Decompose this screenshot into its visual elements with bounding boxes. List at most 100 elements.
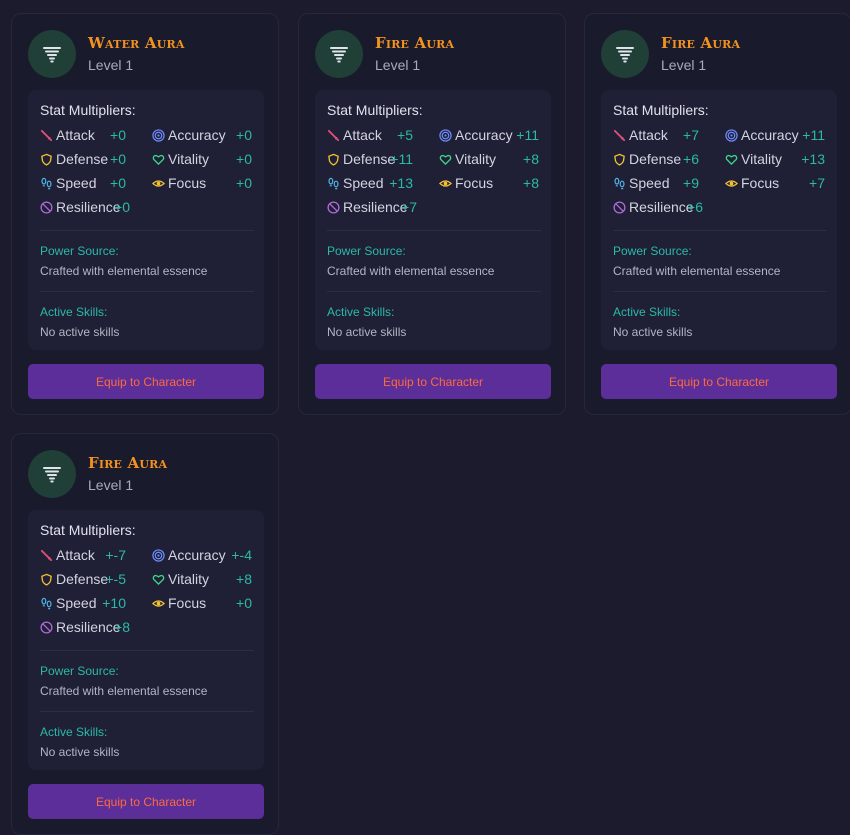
eye-icon <box>439 177 452 190</box>
heart-icon <box>725 153 738 166</box>
sword-icon <box>327 129 340 142</box>
stat-value: +0 <box>236 151 252 167</box>
stat-value: +0 <box>114 199 130 215</box>
stat-resilience: Resilience +6 <box>613 198 703 218</box>
stat-label: Attack <box>629 127 668 143</box>
card-header: Water Aura Level 1 <box>28 30 268 78</box>
stat-label: Accuracy <box>168 547 226 563</box>
divider <box>613 230 827 231</box>
divider <box>327 230 541 231</box>
stat-label: Speed <box>56 595 97 611</box>
stat-label: Focus <box>741 175 780 191</box>
stat-vitality: Vitality +13 <box>725 150 825 170</box>
stat-label: Accuracy <box>455 127 513 143</box>
ban-icon <box>327 201 340 214</box>
target-icon <box>725 129 738 142</box>
card-header: Fire Aura Level 1 <box>601 30 841 78</box>
stat-speed: Speed +10 <box>40 594 126 614</box>
stat-value: +8 <box>114 619 130 635</box>
sword-icon <box>613 129 626 142</box>
aura-card: Fire Aura Level 1 Stat Multipliers: Atta… <box>298 13 566 415</box>
power-source-label: Power Source: <box>40 244 119 258</box>
stat-multipliers-heading: Stat Multipliers: <box>40 522 136 538</box>
active-skills-label: Active Skills: <box>613 305 681 319</box>
stat-value: +8 <box>523 151 539 167</box>
stat-label: Resilience <box>56 619 121 635</box>
shield-icon <box>40 153 53 166</box>
footprints-icon <box>40 177 53 190</box>
stat-label: Defense <box>56 151 109 167</box>
stat-value: +6 <box>683 151 699 167</box>
eye-icon <box>152 177 165 190</box>
target-icon <box>152 549 165 562</box>
stat-multipliers-heading: Stat Multipliers: <box>613 102 709 118</box>
stat-label: Vitality <box>455 151 496 167</box>
stat-label: Attack <box>343 127 382 143</box>
power-source-text: Crafted with elemental essence <box>40 264 208 278</box>
equip-button[interactable]: Equip to Character <box>601 364 837 399</box>
stat-label: Resilience <box>629 199 694 215</box>
aura-card: Water Aura Level 1 Stat Multipliers: Att… <box>11 13 279 415</box>
stat-label: Resilience <box>56 199 121 215</box>
power-source-label: Power Source: <box>40 664 119 678</box>
stat-value: +7 <box>683 127 699 143</box>
aura-title: Fire Aura <box>375 34 455 52</box>
stat-value: +0 <box>110 151 126 167</box>
aura-card: Fire Aura Level 1 Stat Multipliers: Atta… <box>11 433 279 835</box>
stat-speed: Speed +13 <box>327 174 413 194</box>
tornado-icon <box>601 30 649 78</box>
stat-label: Accuracy <box>168 127 226 143</box>
sword-icon <box>40 549 53 562</box>
stat-attack: Attack +5 <box>327 126 413 146</box>
stats-panel: Stat Multipliers: Attack +5 Accuracy +11… <box>315 90 551 350</box>
stat-label: Attack <box>56 547 95 563</box>
power-source-label: Power Source: <box>327 244 406 258</box>
stat-label: Defense <box>343 151 396 167</box>
stat-label: Speed <box>343 175 384 191</box>
stat-accuracy: Accuracy +11 <box>439 126 539 146</box>
stat-value: +5 <box>397 127 413 143</box>
equip-button[interactable]: Equip to Character <box>28 784 264 819</box>
target-icon <box>439 129 452 142</box>
eye-icon <box>152 597 165 610</box>
divider <box>40 711 254 712</box>
ban-icon <box>613 201 626 214</box>
card-header: Fire Aura Level 1 <box>28 450 268 498</box>
stat-defense: Defense +6 <box>613 150 699 170</box>
stat-accuracy: Accuracy +0 <box>152 126 252 146</box>
equip-button[interactable]: Equip to Character <box>28 364 264 399</box>
stat-resilience: Resilience +7 <box>327 198 417 218</box>
active-skills-text: No active skills <box>327 325 407 339</box>
aura-title: Fire Aura <box>661 34 741 52</box>
ban-icon <box>40 201 53 214</box>
aura-level: Level 1 <box>88 57 134 73</box>
stat-multipliers-heading: Stat Multipliers: <box>40 102 136 118</box>
tornado-icon <box>28 30 76 78</box>
divider <box>613 291 827 292</box>
stat-value: +10 <box>102 595 126 611</box>
equip-button[interactable]: Equip to Character <box>315 364 551 399</box>
stat-label: Focus <box>168 175 207 191</box>
stat-attack: Attack +-7 <box>40 546 126 566</box>
eye-icon <box>725 177 738 190</box>
active-skills-text: No active skills <box>40 745 120 759</box>
stat-multipliers-heading: Stat Multipliers: <box>327 102 423 118</box>
power-source-text: Crafted with elemental essence <box>613 264 781 278</box>
footprints-icon <box>40 597 53 610</box>
stat-label: Attack <box>56 127 95 143</box>
stat-label: Vitality <box>741 151 782 167</box>
stat-value: +11 <box>802 127 825 143</box>
stat-label: Focus <box>168 595 207 611</box>
active-skills-label: Active Skills: <box>40 725 108 739</box>
stat-value: +0 <box>236 595 252 611</box>
stat-vitality: Vitality +8 <box>439 150 539 170</box>
stat-value: +11 <box>516 127 539 143</box>
stat-value: +8 <box>236 571 252 587</box>
stat-value: +0 <box>110 127 126 143</box>
aura-level: Level 1 <box>661 57 707 73</box>
stat-value: +8 <box>523 175 539 191</box>
stat-value: +0 <box>110 175 126 191</box>
stat-label: Speed <box>56 175 97 191</box>
power-source-text: Crafted with elemental essence <box>327 264 495 278</box>
stat-speed: Speed +0 <box>40 174 126 194</box>
